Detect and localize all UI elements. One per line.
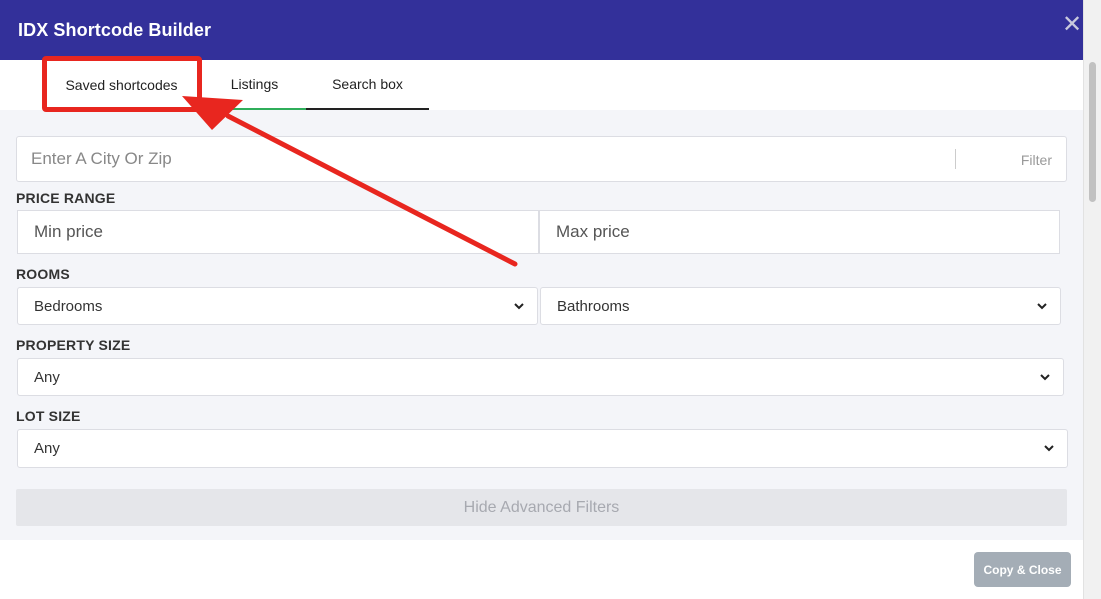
min-price-field xyxy=(17,210,539,254)
lot-size-select[interactable]: Any xyxy=(17,429,1068,468)
max-price-input[interactable] xyxy=(540,211,1059,253)
city-zip-search: Filter xyxy=(16,136,1067,182)
tab-listings[interactable]: Listings xyxy=(203,60,306,110)
bedrooms-value: Bedrooms xyxy=(34,298,103,315)
rooms-label: ROOMS xyxy=(16,266,70,282)
property-size-select[interactable]: Any xyxy=(17,358,1064,396)
min-price-input[interactable] xyxy=(18,211,538,253)
hide-advanced-filters-button[interactable]: Hide Advanced Filters xyxy=(16,489,1067,526)
tab-saved-shortcodes[interactable]: Saved shortcodes xyxy=(40,60,203,110)
bedrooms-select[interactable]: Bedrooms xyxy=(17,287,538,325)
scrollbar[interactable] xyxy=(1083,0,1101,599)
chevron-down-icon xyxy=(1044,445,1054,452)
modal-header: IDX Shortcode Builder xyxy=(0,0,1083,60)
lot-size-label: LOT SIZE xyxy=(16,408,81,424)
copy-close-button[interactable]: Copy & Close xyxy=(974,552,1071,587)
city-zip-input[interactable] xyxy=(31,137,931,181)
chevron-down-icon xyxy=(1040,374,1050,381)
chevron-down-icon xyxy=(514,303,524,310)
modal-title: IDX Shortcode Builder xyxy=(18,20,212,40)
price-range-label: PRICE RANGE xyxy=(16,190,116,206)
tab-bar: Saved shortcodes Listings Search box xyxy=(40,60,430,110)
property-size-value: Any xyxy=(34,369,60,386)
bathrooms-select[interactable]: Bathrooms xyxy=(540,287,1061,325)
lot-size-value: Any xyxy=(34,440,60,457)
tab-search-box[interactable]: Search box xyxy=(306,60,429,110)
property-size-label: PROPERTY SIZE xyxy=(16,337,131,353)
scrollbar-thumb[interactable] xyxy=(1089,62,1096,202)
max-price-field xyxy=(539,210,1060,254)
chevron-down-icon xyxy=(1037,303,1047,310)
filter-label[interactable]: Filter xyxy=(1021,152,1052,168)
input-divider xyxy=(955,149,956,169)
close-icon[interactable]: ✕ xyxy=(1062,13,1082,37)
bathrooms-value: Bathrooms xyxy=(557,298,630,315)
